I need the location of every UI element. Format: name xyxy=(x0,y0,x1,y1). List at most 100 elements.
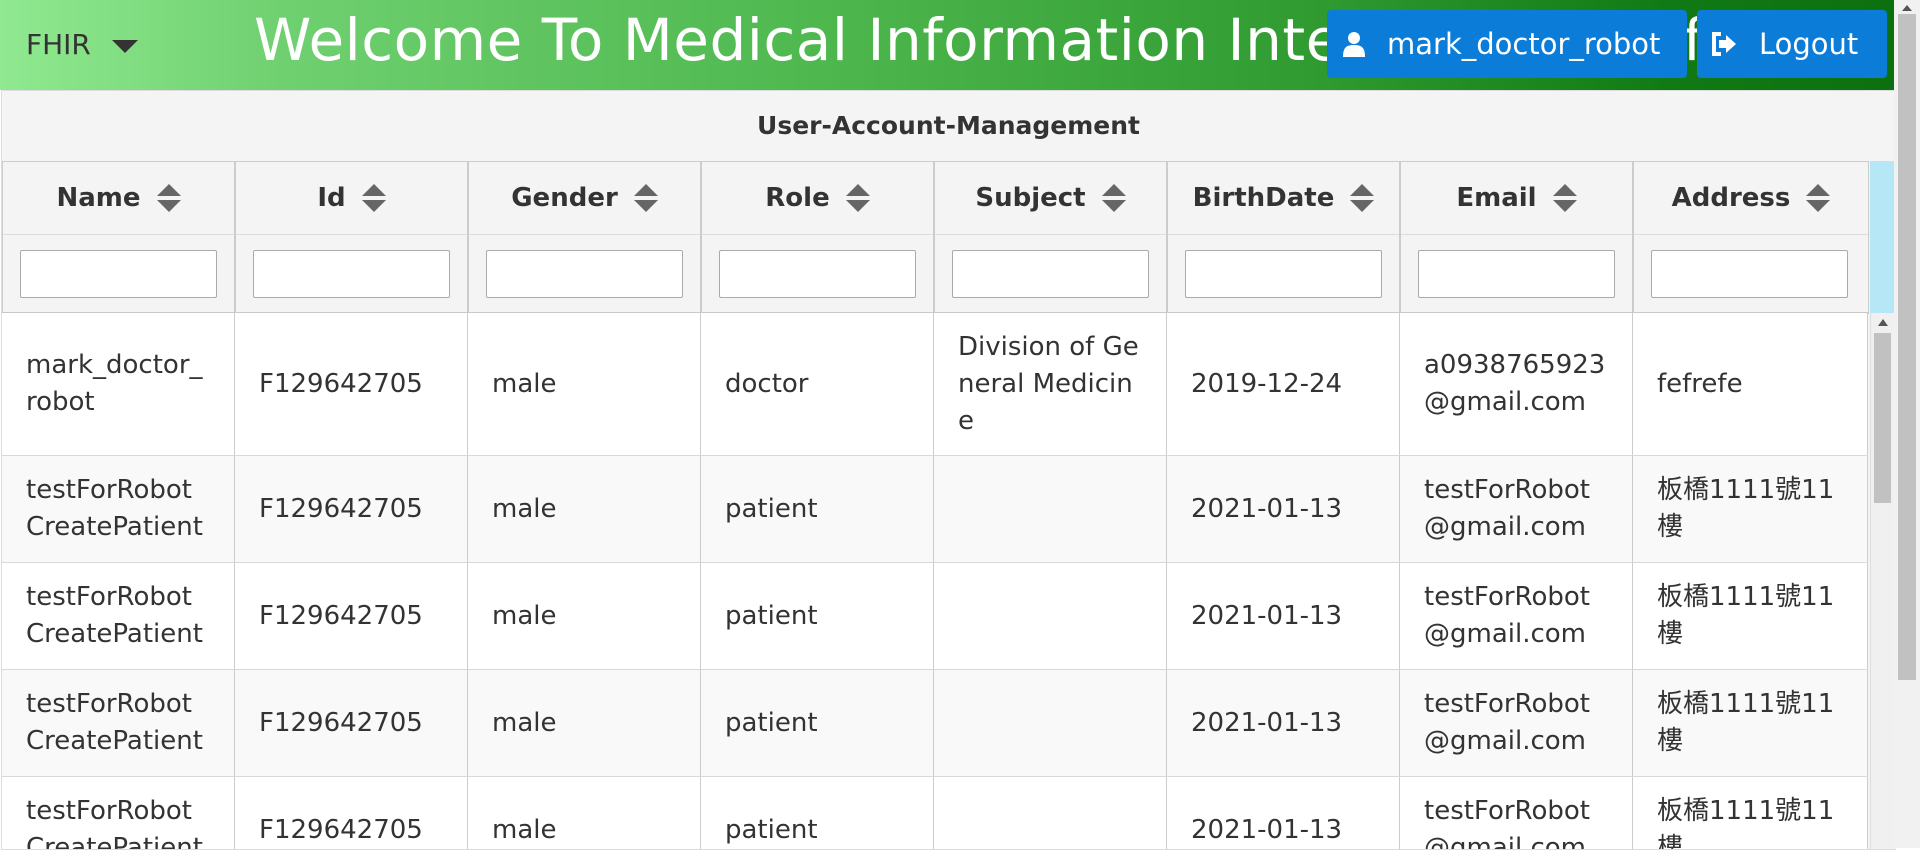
table-row[interactable]: testForRobotCreatePatient F129642705 mal… xyxy=(2,670,1868,777)
cell-name: testForRobotCreatePatient xyxy=(2,563,235,669)
cell-subject: Division of General Medicine xyxy=(934,313,1167,455)
cell-subject xyxy=(934,563,1167,669)
filter-id-input[interactable] xyxy=(253,250,450,298)
cell-id: F129642705 xyxy=(235,456,468,562)
column-name: Name xyxy=(2,162,235,312)
sort-address-header[interactable]: Address xyxy=(1634,162,1868,235)
cell-id: F129642705 xyxy=(235,670,468,776)
user-icon xyxy=(1343,32,1365,57)
cell-subject xyxy=(934,670,1167,776)
sort-email-header[interactable]: Email xyxy=(1401,162,1632,235)
cell-address: 板橋1111號11樓 xyxy=(1633,563,1868,669)
cell-role: patient xyxy=(701,456,934,562)
sort-name-header[interactable]: Name xyxy=(3,162,234,235)
cell-role: patient xyxy=(701,563,934,669)
table-row[interactable]: testForRobotCreatePatient F129642705 mal… xyxy=(2,563,1868,670)
column-label: Address xyxy=(1671,183,1791,213)
sort-icon[interactable] xyxy=(1350,184,1375,212)
cell-subject xyxy=(934,777,1167,849)
filter-name-input[interactable] xyxy=(20,250,217,298)
column-id: Id xyxy=(235,162,468,312)
cell-gender: male xyxy=(468,456,701,562)
cell-id: F129642705 xyxy=(235,777,468,849)
cell-id: F129642705 xyxy=(235,563,468,669)
sort-icon[interactable] xyxy=(1552,184,1577,212)
cell-address: 板橋1111號11樓 xyxy=(1633,777,1868,849)
sort-subject-header[interactable]: Subject xyxy=(935,162,1166,235)
cell-role: doctor xyxy=(701,313,934,455)
column-birthdate: BirthDate xyxy=(1167,162,1400,312)
table-row[interactable]: mark_doctor_robot F129642705 male doctor… xyxy=(2,313,1868,456)
cell-email: a0938765923@gmail.com xyxy=(1400,313,1633,455)
column-label: BirthDate xyxy=(1192,183,1335,213)
sort-role-header[interactable]: Role xyxy=(702,162,933,235)
brand-dropdown[interactable]: FHIR xyxy=(26,28,91,61)
cell-birthdate: 2021-01-13 xyxy=(1167,456,1400,562)
cell-birthdate: 2019-12-24 xyxy=(1167,313,1400,455)
user-account-panel: User-Account-Management Name Id Gender R… xyxy=(1,90,1896,850)
cell-name: testForRobotCreatePatient xyxy=(2,777,235,849)
filter-role-input[interactable] xyxy=(719,250,916,298)
sort-icon[interactable] xyxy=(1806,184,1831,212)
user-profile-label: mark_doctor_robot xyxy=(1387,27,1661,61)
logout-label: Logout xyxy=(1759,27,1859,61)
cell-gender: male xyxy=(468,313,701,455)
cell-email: testForRobot@gmail.com xyxy=(1400,777,1633,849)
table-row[interactable]: testForRobotCreatePatient F129642705 mal… xyxy=(2,456,1868,563)
column-label: Role xyxy=(765,183,830,213)
scroll-up-arrow-icon[interactable] xyxy=(1878,319,1888,326)
cell-gender: male xyxy=(468,777,701,849)
cell-email: testForRobot@gmail.com xyxy=(1400,670,1633,776)
sort-icon[interactable] xyxy=(633,184,658,212)
cell-name: testForRobotCreatePatient xyxy=(2,670,235,776)
logout-icon xyxy=(1712,32,1736,56)
cell-birthdate: 2021-01-13 xyxy=(1167,563,1400,669)
cell-name: mark_doctor_robot xyxy=(2,313,235,455)
sort-icon[interactable] xyxy=(361,184,386,212)
cell-gender: male xyxy=(468,563,701,669)
cell-role: patient xyxy=(701,777,934,849)
panel-title: User-Account-Management xyxy=(757,111,1140,140)
sort-icon[interactable] xyxy=(156,184,181,212)
sort-birthdate-header[interactable]: BirthDate xyxy=(1168,162,1399,235)
sort-icon[interactable] xyxy=(1101,184,1126,212)
cell-address: 板橋1111號11樓 xyxy=(1633,670,1868,776)
column-label: Email xyxy=(1456,183,1537,213)
table-body: mark_doctor_robot F129642705 male doctor… xyxy=(2,313,1868,849)
cell-birthdate: 2021-01-13 xyxy=(1167,777,1400,849)
table-row[interactable]: testForRobotCreatePatient F129642705 mal… xyxy=(2,777,1868,849)
sort-icon[interactable] xyxy=(845,184,870,212)
cell-birthdate: 2021-01-13 xyxy=(1167,670,1400,776)
table-scrollbar-thumb[interactable] xyxy=(1874,333,1891,503)
filter-email-input[interactable] xyxy=(1418,250,1615,298)
sort-id-header[interactable]: Id xyxy=(236,162,467,235)
cell-name: testForRobotCreatePatient xyxy=(2,456,235,562)
column-gender: Gender xyxy=(468,162,701,312)
filter-address-input[interactable] xyxy=(1651,250,1848,298)
column-address: Address xyxy=(1633,162,1869,312)
filter-subject-input[interactable] xyxy=(952,250,1149,298)
filter-gender-input[interactable] xyxy=(486,250,683,298)
page-scrollbar-thumb[interactable] xyxy=(1898,14,1916,680)
column-role: Role xyxy=(701,162,934,312)
user-profile-button[interactable]: mark_doctor_robot xyxy=(1327,10,1687,78)
column-label: Gender xyxy=(511,183,618,213)
caret-down-icon[interactable] xyxy=(112,40,138,53)
cell-email: testForRobot@gmail.com xyxy=(1400,563,1633,669)
sort-gender-header[interactable]: Gender xyxy=(469,162,700,235)
filter-birthdate-input[interactable] xyxy=(1185,250,1382,298)
table-header: Name Id Gender Role Subject BirthDate Em… xyxy=(2,161,1869,314)
cell-subject xyxy=(934,456,1167,562)
column-subject: Subject xyxy=(934,162,1167,312)
column-label: Name xyxy=(56,183,141,213)
cell-gender: male xyxy=(468,670,701,776)
logout-button[interactable]: Logout xyxy=(1697,10,1887,78)
cell-role: patient xyxy=(701,670,934,776)
cell-address: 板橋1111號11樓 xyxy=(1633,456,1868,562)
column-email: Email xyxy=(1400,162,1633,312)
page-scroll-up-arrow-icon[interactable] xyxy=(1902,5,1912,11)
cell-id: F129642705 xyxy=(235,313,468,455)
column-label: Id xyxy=(317,183,346,213)
column-label: Subject xyxy=(975,183,1086,213)
cell-email: testForRobot@gmail.com xyxy=(1400,456,1633,562)
